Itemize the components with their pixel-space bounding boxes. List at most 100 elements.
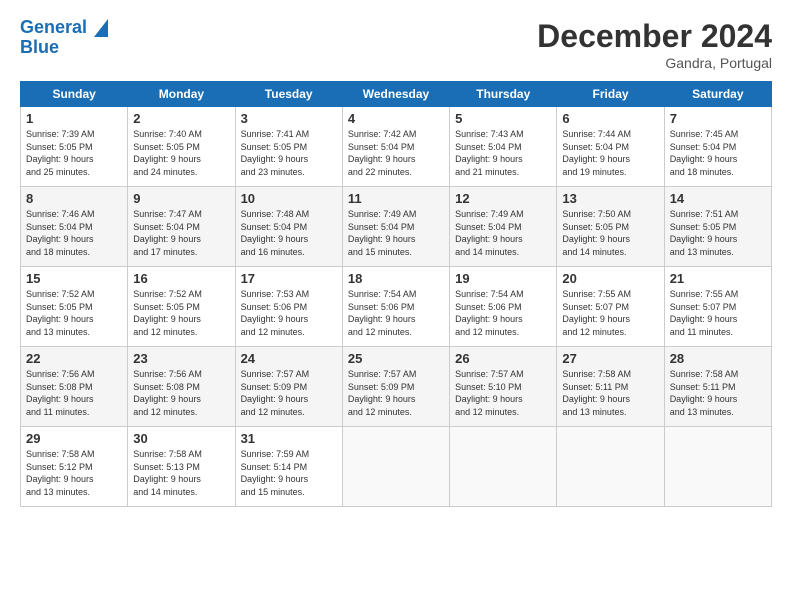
day-info: Sunrise: 7:54 AMSunset: 5:06 PMDaylight:… xyxy=(455,288,551,338)
day-info: Sunrise: 7:46 AMSunset: 5:04 PMDaylight:… xyxy=(26,208,122,258)
day-number: 30 xyxy=(133,431,229,446)
day-number: 3 xyxy=(241,111,337,126)
day-cell-w4d3: 24 Sunrise: 7:57 AMSunset: 5:09 PMDayligh… xyxy=(235,347,342,427)
day-number: 24 xyxy=(241,351,337,366)
day-cell-w1d4: 4Sunrise: 7:42 AMSunset: 5:04 PMDaylight… xyxy=(342,107,449,187)
logo-general: General xyxy=(20,17,87,37)
day-info: Sunrise: 7:54 AMSunset: 5:06 PMDaylight:… xyxy=(348,288,444,338)
day-number: 11 xyxy=(348,191,444,206)
day-number: 8 xyxy=(26,191,122,206)
day-info: Sunrise: 7:40 AMSunset: 5:05 PMDaylight:… xyxy=(133,128,229,178)
day-info: Sunrise: 7:42 AMSunset: 5:04 PMDaylight:… xyxy=(348,128,444,178)
day-number: 16 xyxy=(133,271,229,286)
day-cell-w2d6: 13 Sunrise: 7:50 AMSunset: 5:05 PMDayligh… xyxy=(557,187,664,267)
logo: General Blue xyxy=(20,18,108,58)
day-cell-w5d1: 29 Sunrise: 7:58 AMSunset: 5:12 PMDayligh… xyxy=(21,427,128,507)
day-cell-w3d3: 17 Sunrise: 7:53 AMSunset: 5:06 PMDayligh… xyxy=(235,267,342,347)
day-info: Sunrise: 7:58 AMSunset: 5:12 PMDaylight:… xyxy=(26,448,122,498)
day-info: Sunrise: 7:43 AMSunset: 5:04 PMDaylight:… xyxy=(455,128,551,178)
day-cell-w5d3: 31Sunrise: 7:59 AMSunset: 5:14 PMDayligh… xyxy=(235,427,342,507)
day-cell-w3d6: 20 Sunrise: 7:55 AMSunset: 5:07 PMDayligh… xyxy=(557,267,664,347)
day-info: Sunrise: 7:41 AMSunset: 5:05 PMDaylight:… xyxy=(241,128,337,178)
day-info: Sunrise: 7:51 AMSunset: 5:05 PMDaylight:… xyxy=(670,208,766,258)
day-cell-w5d2: 30Sunrise: 7:58 AMSunset: 5:13 PMDayligh… xyxy=(128,427,235,507)
day-cell-w1d5: 5 Sunrise: 7:43 AMSunset: 5:04 PMDaylight… xyxy=(450,107,557,187)
day-cell-w5d6 xyxy=(557,427,664,507)
day-cell-w3d4: 18 Sunrise: 7:54 AMSunset: 5:06 PMDayligh… xyxy=(342,267,449,347)
day-cell-w4d6: 27 Sunrise: 7:58 AMSunset: 5:11 PMDayligh… xyxy=(557,347,664,427)
day-cell-w4d7: 28 Sunrise: 7:58 AMSunset: 5:11 PMDayligh… xyxy=(664,347,771,427)
week-row-1: 1Sunrise: 7:39 AMSunset: 5:05 PMDaylight… xyxy=(21,107,772,187)
day-info: Sunrise: 7:50 AMSunset: 5:05 PMDaylight:… xyxy=(562,208,658,258)
logo-blue: Blue xyxy=(20,38,108,58)
day-info: Sunrise: 7:55 AMSunset: 5:07 PMDaylight:… xyxy=(562,288,658,338)
day-number: 15 xyxy=(26,271,122,286)
day-number: 28 xyxy=(670,351,766,366)
day-cell-w2d4: 11 Sunrise: 7:49 AMSunset: 5:04 PMDayligh… xyxy=(342,187,449,267)
week-row-3: 15 Sunrise: 7:52 AMSunset: 5:05 PMDayligh… xyxy=(21,267,772,347)
day-number: 1 xyxy=(26,111,122,126)
day-info: Sunrise: 7:47 AMSunset: 5:04 PMDaylight:… xyxy=(133,208,229,258)
day-number: 26 xyxy=(455,351,551,366)
day-info: Sunrise: 7:58 AMSunset: 5:11 PMDaylight:… xyxy=(562,368,658,418)
day-number: 27 xyxy=(562,351,658,366)
day-info: Sunrise: 7:59 AMSunset: 5:14 PMDaylight:… xyxy=(241,448,337,498)
day-number: 14 xyxy=(670,191,766,206)
header-saturday: Saturday xyxy=(664,82,771,107)
day-cell-w1d1: 1Sunrise: 7:39 AMSunset: 5:05 PMDaylight… xyxy=(21,107,128,187)
location: Gandra, Portugal xyxy=(537,55,772,71)
day-cell-w3d1: 15 Sunrise: 7:52 AMSunset: 5:05 PMDayligh… xyxy=(21,267,128,347)
day-info: Sunrise: 7:57 AMSunset: 5:10 PMDaylight:… xyxy=(455,368,551,418)
day-info: Sunrise: 7:57 AMSunset: 5:09 PMDaylight:… xyxy=(241,368,337,418)
day-number: 20 xyxy=(562,271,658,286)
day-number: 5 xyxy=(455,111,551,126)
week-row-4: 22 Sunrise: 7:56 AMSunset: 5:08 PMDayligh… xyxy=(21,347,772,427)
day-number: 18 xyxy=(348,271,444,286)
day-number: 21 xyxy=(670,271,766,286)
day-cell-w1d6: 6Sunrise: 7:44 AMSunset: 5:04 PMDaylight… xyxy=(557,107,664,187)
header-friday: Friday xyxy=(557,82,664,107)
day-info: Sunrise: 7:49 AMSunset: 5:04 PMDaylight:… xyxy=(348,208,444,258)
day-info: Sunrise: 7:44 AMSunset: 5:04 PMDaylight:… xyxy=(562,128,658,178)
day-info: Sunrise: 7:53 AMSunset: 5:06 PMDaylight:… xyxy=(241,288,337,338)
day-cell-w4d4: 25Sunrise: 7:57 AMSunset: 5:09 PMDayligh… xyxy=(342,347,449,427)
header-sunday: Sunday xyxy=(21,82,128,107)
day-cell-w3d7: 21 Sunrise: 7:55 AMSunset: 5:07 PMDayligh… xyxy=(664,267,771,347)
day-number: 29 xyxy=(26,431,122,446)
week-row-2: 8 Sunrise: 7:46 AMSunset: 5:04 PMDaylight… xyxy=(21,187,772,267)
calendar-page: General Blue December 2024 Gandra, Portu… xyxy=(0,0,792,612)
day-cell-w4d2: 23Sunrise: 7:56 AMSunset: 5:08 PMDayligh… xyxy=(128,347,235,427)
day-info: Sunrise: 7:45 AMSunset: 5:04 PMDaylight:… xyxy=(670,128,766,178)
day-number: 9 xyxy=(133,191,229,206)
day-number: 7 xyxy=(670,111,766,126)
day-cell-w5d5 xyxy=(450,427,557,507)
day-cell-w1d2: 2 Sunrise: 7:40 AMSunset: 5:05 PMDaylight… xyxy=(128,107,235,187)
header: General Blue December 2024 Gandra, Portu… xyxy=(20,18,772,71)
day-cell-w2d7: 14 Sunrise: 7:51 AMSunset: 5:05 PMDayligh… xyxy=(664,187,771,267)
day-number: 17 xyxy=(241,271,337,286)
day-number: 19 xyxy=(455,271,551,286)
header-monday: Monday xyxy=(128,82,235,107)
day-info: Sunrise: 7:52 AMSunset: 5:05 PMDaylight:… xyxy=(133,288,229,338)
title-block: December 2024 Gandra, Portugal xyxy=(537,18,772,71)
day-info: Sunrise: 7:57 AMSunset: 5:09 PMDaylight:… xyxy=(348,368,444,418)
week-row-5: 29 Sunrise: 7:58 AMSunset: 5:12 PMDayligh… xyxy=(21,427,772,507)
day-info: Sunrise: 7:52 AMSunset: 5:05 PMDaylight:… xyxy=(26,288,122,338)
header-tuesday: Tuesday xyxy=(235,82,342,107)
day-cell-w2d3: 10 Sunrise: 7:48 AMSunset: 5:04 PMDayligh… xyxy=(235,187,342,267)
header-thursday: Thursday xyxy=(450,82,557,107)
day-info: Sunrise: 7:55 AMSunset: 5:07 PMDaylight:… xyxy=(670,288,766,338)
day-cell-w2d1: 8 Sunrise: 7:46 AMSunset: 5:04 PMDaylight… xyxy=(21,187,128,267)
day-info: Sunrise: 7:56 AMSunset: 5:08 PMDaylight:… xyxy=(133,368,229,418)
day-cell-w3d5: 19 Sunrise: 7:54 AMSunset: 5:06 PMDayligh… xyxy=(450,267,557,347)
month-title: December 2024 xyxy=(537,18,772,55)
day-info: Sunrise: 7:58 AMSunset: 5:11 PMDaylight:… xyxy=(670,368,766,418)
day-cell-w4d5: 26 Sunrise: 7:57 AMSunset: 5:10 PMDayligh… xyxy=(450,347,557,427)
day-number: 2 xyxy=(133,111,229,126)
day-info: Sunrise: 7:48 AMSunset: 5:04 PMDaylight:… xyxy=(241,208,337,258)
header-wednesday: Wednesday xyxy=(342,82,449,107)
day-cell-w1d3: 3 Sunrise: 7:41 AMSunset: 5:05 PMDaylight… xyxy=(235,107,342,187)
day-number: 13 xyxy=(562,191,658,206)
day-number: 22 xyxy=(26,351,122,366)
day-number: 10 xyxy=(241,191,337,206)
